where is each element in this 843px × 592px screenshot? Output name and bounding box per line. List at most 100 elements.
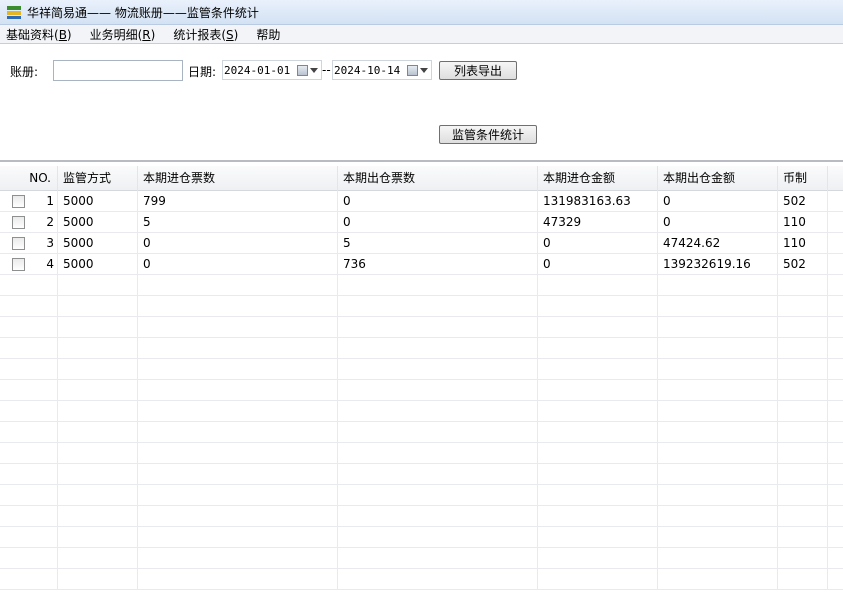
cell-currency (778, 422, 828, 443)
calendar-icon[interactable] (297, 64, 308, 76)
cell-in-amount (538, 527, 658, 548)
cell-supervision-mode (58, 317, 138, 338)
table-row[interactable]: 3 5000 0 5 0 47424.62 110 (0, 233, 843, 254)
cell-out-amount (658, 338, 778, 359)
table-row[interactable]: 2 5000 5 0 47329 0 110 (0, 212, 843, 233)
chevron-down-icon[interactable] (420, 67, 428, 73)
table-row[interactable] (0, 380, 843, 401)
row-checkbox[interactable] (12, 216, 25, 229)
cell-out-amount (658, 485, 778, 506)
cell-out-amount: 0 (658, 191, 778, 212)
date-to-picker[interactable]: 2024-10-14 (332, 60, 432, 80)
account-label: 账册: (10, 65, 39, 79)
cell-in-tickets (138, 359, 338, 380)
cell-in-amount (538, 422, 658, 443)
cell-no (0, 317, 58, 338)
cell-out-tickets (338, 485, 538, 506)
menu-business-detail[interactable]: 业务明细(R) (88, 26, 158, 43)
cell-in-amount (538, 317, 658, 338)
date-to-value: 2024-10-14 (334, 63, 401, 77)
cell-currency (778, 485, 828, 506)
cell-in-tickets (138, 422, 338, 443)
table-row[interactable] (0, 422, 843, 443)
table-row[interactable] (0, 548, 843, 569)
cell-currency (778, 338, 828, 359)
table-row[interactable] (0, 338, 843, 359)
header-in-tickets[interactable]: 本期进仓票数 (138, 166, 338, 191)
chevron-down-icon[interactable] (310, 67, 318, 73)
cell-in-tickets: 0 (138, 254, 338, 275)
calendar-icon[interactable] (407, 64, 418, 76)
menu-statistics-report[interactable]: 统计报表(S) (171, 26, 240, 43)
cell-no (0, 401, 58, 422)
row-checkbox[interactable] (12, 258, 25, 271)
cell-supervision-mode (58, 569, 138, 590)
header-out-tickets[interactable]: 本期出仓票数 (338, 166, 538, 191)
menu-help[interactable]: 帮助 (254, 26, 282, 43)
account-input[interactable] (53, 60, 183, 81)
cell-supervision-mode (58, 506, 138, 527)
cell-in-amount (538, 569, 658, 590)
cell-in-tickets (138, 380, 338, 401)
title-bar: 华祥简易通—— 物流账册——监管条件统计 (0, 0, 843, 25)
cell-in-tickets (138, 527, 338, 548)
cell-supervision-mode (58, 527, 138, 548)
table-row[interactable] (0, 506, 843, 527)
table-row[interactable] (0, 443, 843, 464)
cell-out-tickets (338, 527, 538, 548)
table-row[interactable] (0, 485, 843, 506)
header-currency[interactable]: 币制 (778, 166, 828, 191)
cell-in-amount (538, 485, 658, 506)
cell-out-amount (658, 380, 778, 401)
table-row[interactable] (0, 275, 843, 296)
cell-out-tickets (338, 359, 538, 380)
table-row[interactable] (0, 401, 843, 422)
cell-currency (778, 527, 828, 548)
cell-currency (778, 359, 828, 380)
table-row[interactable] (0, 464, 843, 485)
cell-supervision-mode (58, 296, 138, 317)
cell-out-amount (658, 317, 778, 338)
cell-supervision-mode (58, 338, 138, 359)
export-list-button[interactable]: 列表导出 (439, 61, 517, 80)
table-row[interactable]: 1 5000 799 0 131983163.63 0 502 (0, 191, 843, 212)
cell-no: 3 (0, 233, 58, 254)
menu-basic-data[interactable]: 基础资料(B) (4, 26, 74, 43)
cell-currency (778, 464, 828, 485)
cell-currency: 110 (778, 212, 828, 233)
header-supervision-mode[interactable]: 监管方式 (58, 166, 138, 191)
cell-out-tickets: 736 (338, 254, 538, 275)
cell-no: 1 (0, 191, 58, 212)
header-out-amount[interactable]: 本期出仓金额 (658, 166, 778, 191)
cell-in-amount: 47329 (538, 212, 658, 233)
table-row[interactable] (0, 569, 843, 590)
cell-out-amount (658, 548, 778, 569)
row-checkbox[interactable] (12, 237, 25, 250)
menu-bar: 基础资料(B) 业务明细(R) 统计报表(S) 帮助 (0, 25, 843, 44)
date-from-picker[interactable]: 2024-01-01 (222, 60, 322, 80)
table-row[interactable]: 4 5000 0 736 0 139232619.16 502 (0, 254, 843, 275)
cell-in-tickets (138, 569, 338, 590)
cell-in-tickets (138, 401, 338, 422)
cell-in-amount (538, 338, 658, 359)
cell-out-amount (658, 569, 778, 590)
table-row[interactable] (0, 317, 843, 338)
cell-out-tickets (338, 275, 538, 296)
header-in-amount[interactable]: 本期进仓金额 (538, 166, 658, 191)
cell-no: 2 (0, 212, 58, 233)
cell-out-tickets (338, 380, 538, 401)
cell-no (0, 296, 58, 317)
cell-supervision-mode: 5000 (58, 212, 138, 233)
table-row[interactable] (0, 527, 843, 548)
table-row[interactable] (0, 296, 843, 317)
table-row[interactable] (0, 359, 843, 380)
header-no[interactable]: NO. (0, 166, 58, 191)
cell-currency (778, 275, 828, 296)
cell-in-amount (538, 359, 658, 380)
cell-in-tickets (138, 443, 338, 464)
cell-in-tickets (138, 464, 338, 485)
cell-no (0, 506, 58, 527)
supervision-stat-button[interactable]: 监管条件统计 (439, 125, 537, 144)
data-grid: NO. 监管方式 本期进仓票数 本期出仓票数 本期进仓金额 本期出仓金额 币制 … (0, 166, 843, 592)
row-checkbox[interactable] (12, 195, 25, 208)
